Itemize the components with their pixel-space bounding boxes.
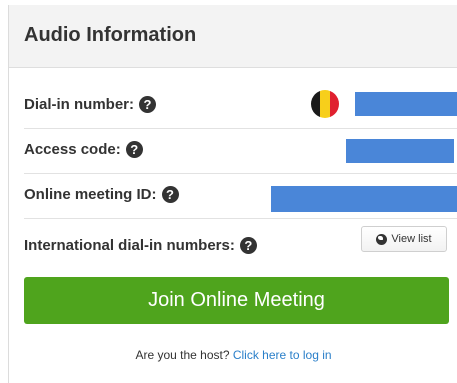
access-code-row: Access code: ? bbox=[24, 129, 457, 174]
meeting-id-redacted bbox=[271, 186, 457, 212]
question-circle-icon[interactable]: ? bbox=[125, 141, 143, 158]
question-circle-icon[interactable]: ? bbox=[139, 96, 157, 113]
dial-in-number-redacted bbox=[355, 92, 457, 116]
host-login-link[interactable]: Click here to log in bbox=[233, 348, 332, 362]
international-row: International dial-in numbers: ? View li… bbox=[24, 222, 457, 266]
dial-in-row: Dial-in number: ? bbox=[24, 84, 457, 129]
globe-icon bbox=[376, 233, 388, 245]
question-circle-icon[interactable]: ? bbox=[161, 186, 179, 203]
meeting-id-row: Online meeting ID: ? bbox=[24, 174, 457, 219]
host-prompt: Are you the host? bbox=[135, 348, 230, 362]
panel-header: Audio Information bbox=[9, 5, 457, 68]
meeting-id-label: Online meeting ID: bbox=[24, 186, 157, 203]
panel-title: Audio Information bbox=[24, 24, 197, 46]
international-label: International dial-in numbers: bbox=[24, 237, 235, 254]
belgium-flag-icon bbox=[311, 90, 339, 118]
view-list-label: View list bbox=[391, 233, 432, 245]
join-online-meeting-button[interactable]: Join Online Meeting bbox=[24, 277, 449, 324]
access-code-redacted bbox=[346, 139, 454, 163]
question-circle-icon[interactable]: ? bbox=[239, 237, 257, 254]
host-login-line: Are you the host? Click here to log in bbox=[9, 348, 457, 362]
dial-in-label: Dial-in number: bbox=[24, 96, 135, 113]
audio-information-panel: Audio Information Dial-in number: ? Acce… bbox=[8, 5, 457, 383]
access-code-label: Access code: bbox=[24, 141, 121, 158]
view-list-button[interactable]: View list bbox=[361, 226, 447, 252]
